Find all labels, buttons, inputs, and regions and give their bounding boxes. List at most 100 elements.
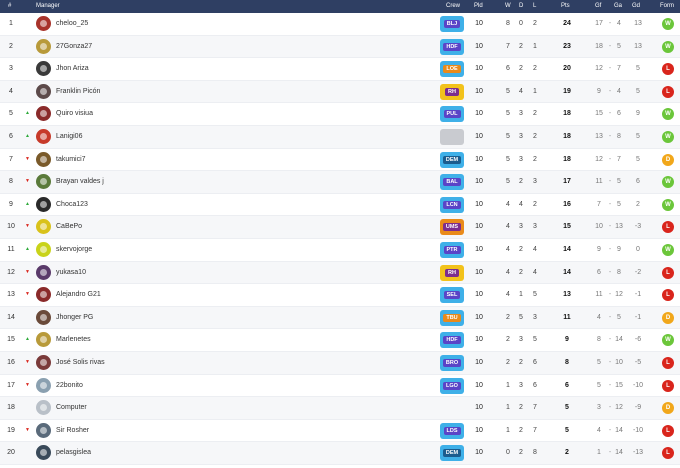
losses-value: 6 bbox=[533, 381, 537, 389]
crew-crest[interactable]: DEM bbox=[440, 151, 464, 168]
table-row[interactable]: 17 ▼ 22bonito LGO 10 1 3 6 6 5-15 -10 L bbox=[0, 375, 680, 398]
table-row[interactable]: 1 cheloo_25 BLJ 10 8 0 2 24 17-4 13 W bbox=[0, 13, 680, 36]
avatar[interactable] bbox=[36, 445, 51, 461]
avatar[interactable] bbox=[36, 196, 51, 212]
crew-crest[interactable]: LCN bbox=[440, 196, 464, 213]
crew-tag: PTR bbox=[443, 246, 461, 254]
crew-crest[interactable]: TBU bbox=[440, 309, 464, 326]
manager-name[interactable]: yukasa10 bbox=[56, 269, 86, 276]
avatar[interactable] bbox=[36, 377, 51, 393]
goals-against-value: 9 bbox=[617, 246, 621, 253]
table-row[interactable]: 19 ▼ Sir Rosher LDS 10 1 2 7 5 4-14 -10 L bbox=[0, 420, 680, 443]
avatar[interactable] bbox=[36, 83, 51, 99]
crew-crest[interactable]: LGO bbox=[440, 377, 464, 394]
table-row[interactable]: 11 ▲ skervojorge PTR 10 4 2 4 14 9-9 0 W bbox=[0, 239, 680, 262]
manager-name[interactable]: José Solis rivas bbox=[56, 359, 105, 366]
avatar[interactable] bbox=[36, 355, 51, 370]
crew-crest[interactable]: LDS bbox=[440, 422, 464, 439]
crew-crest[interactable]: BRO bbox=[440, 355, 464, 371]
manager-name[interactable]: 27Gonza27 bbox=[56, 43, 92, 50]
manager-name[interactable]: Choca123 bbox=[56, 201, 88, 208]
avatar[interactable] bbox=[36, 264, 51, 280]
manager-name[interactable]: Sir Rosher bbox=[56, 427, 89, 434]
crew-crest[interactable]: SEL bbox=[440, 287, 464, 304]
manager-name[interactable]: takumici7 bbox=[56, 156, 86, 163]
table-row[interactable]: 5 ▲ Quiro visiua PUL 10 5 3 2 18 15-6 9 W bbox=[0, 103, 680, 126]
crew-crest[interactable]: BAL bbox=[440, 174, 464, 191]
points-value: 16 bbox=[563, 200, 571, 208]
manager-name[interactable]: Computer bbox=[56, 404, 87, 411]
avatar[interactable] bbox=[36, 219, 51, 235]
crew-crest[interactable]: BLJ bbox=[440, 16, 464, 32]
goals-against-value: 6 bbox=[617, 110, 621, 118]
table-row[interactable]: 20 pelasgislea DEM 10 0 2 8 2 1-14 -13 L bbox=[0, 442, 680, 465]
crew-crest[interactable]: DEM bbox=[440, 445, 464, 462]
goal-difference-value: -9 bbox=[634, 404, 642, 412]
header-gf: Gf bbox=[595, 3, 602, 9]
wins-value: 5 bbox=[506, 87, 510, 95]
table-row[interactable]: 15 ▲ Marlenetes HDF 10 2 3 5 9 8-14 -6 W bbox=[0, 329, 680, 352]
crew-crest[interactable] bbox=[440, 129, 464, 145]
table-row[interactable]: 3 Jhon Ariza LOE 10 6 2 2 20 12-7 5 L bbox=[0, 58, 680, 81]
manager-name[interactable]: Brayan valdes j bbox=[56, 178, 104, 185]
table-row[interactable]: 14 Jhonger PG TBU 10 2 5 3 11 4-5 -1 D bbox=[0, 306, 680, 330]
manager-name[interactable]: pelasgislea bbox=[56, 449, 91, 456]
crew-crest[interactable]: UMS bbox=[440, 219, 464, 236]
crew-crest[interactable]: HDF bbox=[440, 38, 464, 55]
table-row[interactable]: 9 ▲ Choca123 LCN 10 4 4 2 16 7-5 2 W bbox=[0, 194, 680, 217]
played-value: 10 bbox=[475, 110, 483, 118]
manager-name[interactable]: Marlenetes bbox=[56, 336, 91, 343]
manager-name[interactable]: Jhon Ariza bbox=[56, 65, 89, 72]
losses-value: 8 bbox=[533, 449, 537, 457]
avatar[interactable] bbox=[36, 422, 51, 438]
manager-name[interactable]: skervojorge bbox=[56, 246, 92, 253]
table-row[interactable]: 7 ▼ takumici7 DEM 10 5 3 2 18 12-7 5 D bbox=[0, 149, 680, 172]
losses-value: 2 bbox=[533, 20, 537, 27]
goals-against-value: 14 bbox=[615, 426, 623, 434]
avatar[interactable] bbox=[36, 38, 51, 54]
table-row[interactable]: 12 ▼ yukasa10 RH 10 4 2 4 14 6-8 -2 L bbox=[0, 261, 680, 285]
crew-crest[interactable]: PTR bbox=[440, 242, 464, 258]
manager-name[interactable]: Alejandro G21 bbox=[56, 291, 101, 298]
played-value: 10 bbox=[475, 359, 483, 366]
crew-crest[interactable]: RH bbox=[440, 83, 464, 100]
avatar[interactable] bbox=[36, 151, 51, 167]
manager-name[interactable]: Franklin Picón bbox=[56, 88, 100, 95]
manager-name[interactable]: cheloo_25 bbox=[56, 20, 88, 27]
points-value: 19 bbox=[563, 87, 571, 95]
avatar[interactable] bbox=[36, 400, 51, 416]
avatar[interactable] bbox=[36, 242, 51, 257]
manager-name[interactable]: Jhonger PG bbox=[56, 314, 93, 321]
draws-value: 0 bbox=[519, 20, 523, 27]
table-row[interactable]: 4 Franklin Picón RH 10 5 4 1 19 9-4 5 L bbox=[0, 80, 680, 104]
table-row[interactable]: 2 27Gonza27 HDF 10 7 2 1 23 18-5 13 W bbox=[0, 35, 680, 59]
avatar[interactable] bbox=[36, 61, 51, 77]
crew-crest[interactable]: RH bbox=[440, 264, 464, 281]
table-row[interactable]: 13 ▼ Alejandro G21 SEL 10 4 1 5 13 11-12 -1 L bbox=[0, 284, 680, 307]
row-position: 15 bbox=[7, 336, 15, 344]
avatar[interactable] bbox=[36, 287, 51, 303]
avatar[interactable] bbox=[36, 309, 51, 325]
manager-name[interactable]: Lanigi06 bbox=[56, 133, 82, 140]
avatar[interactable] bbox=[36, 16, 51, 31]
avatar[interactable] bbox=[36, 174, 51, 190]
manager-name[interactable]: 22bonito bbox=[56, 382, 83, 389]
avatar[interactable] bbox=[36, 106, 51, 122]
crew-tag: LGO bbox=[443, 381, 461, 390]
manager-name[interactable]: Quiro visiua bbox=[56, 110, 93, 117]
goal-difference-value: -10 bbox=[632, 426, 644, 434]
table-row[interactable]: 8 ▼ Brayan valdes j BAL 10 5 2 3 17 11-5 6 W bbox=[0, 171, 680, 194]
avatar[interactable] bbox=[36, 332, 51, 348]
table-row[interactable]: 18 Computer 10 1 2 7 5 3-12 -9 D bbox=[0, 397, 680, 420]
crew-tag: BRO bbox=[442, 359, 462, 367]
goals-against-value: 10 bbox=[615, 359, 623, 366]
avatar[interactable] bbox=[36, 129, 51, 144]
manager-name[interactable]: CaBePo bbox=[56, 223, 82, 230]
crew-crest[interactable]: LOE bbox=[440, 61, 464, 78]
crew-crest[interactable]: HDF bbox=[440, 332, 464, 349]
table-row[interactable]: 10 ▼ CaBePo UMS 10 4 3 3 15 10-13 -3 L bbox=[0, 216, 680, 239]
crew-crest[interactable]: PUL bbox=[440, 106, 464, 123]
form-badge: L bbox=[662, 379, 674, 392]
table-row[interactable]: 16 ▼ José Solis rivas BRO 10 2 2 6 8 5-10 -5 L bbox=[0, 352, 680, 375]
table-row[interactable]: 6 ▲ Lanigi06 10 5 3 2 18 13-8 5 W bbox=[0, 126, 680, 149]
